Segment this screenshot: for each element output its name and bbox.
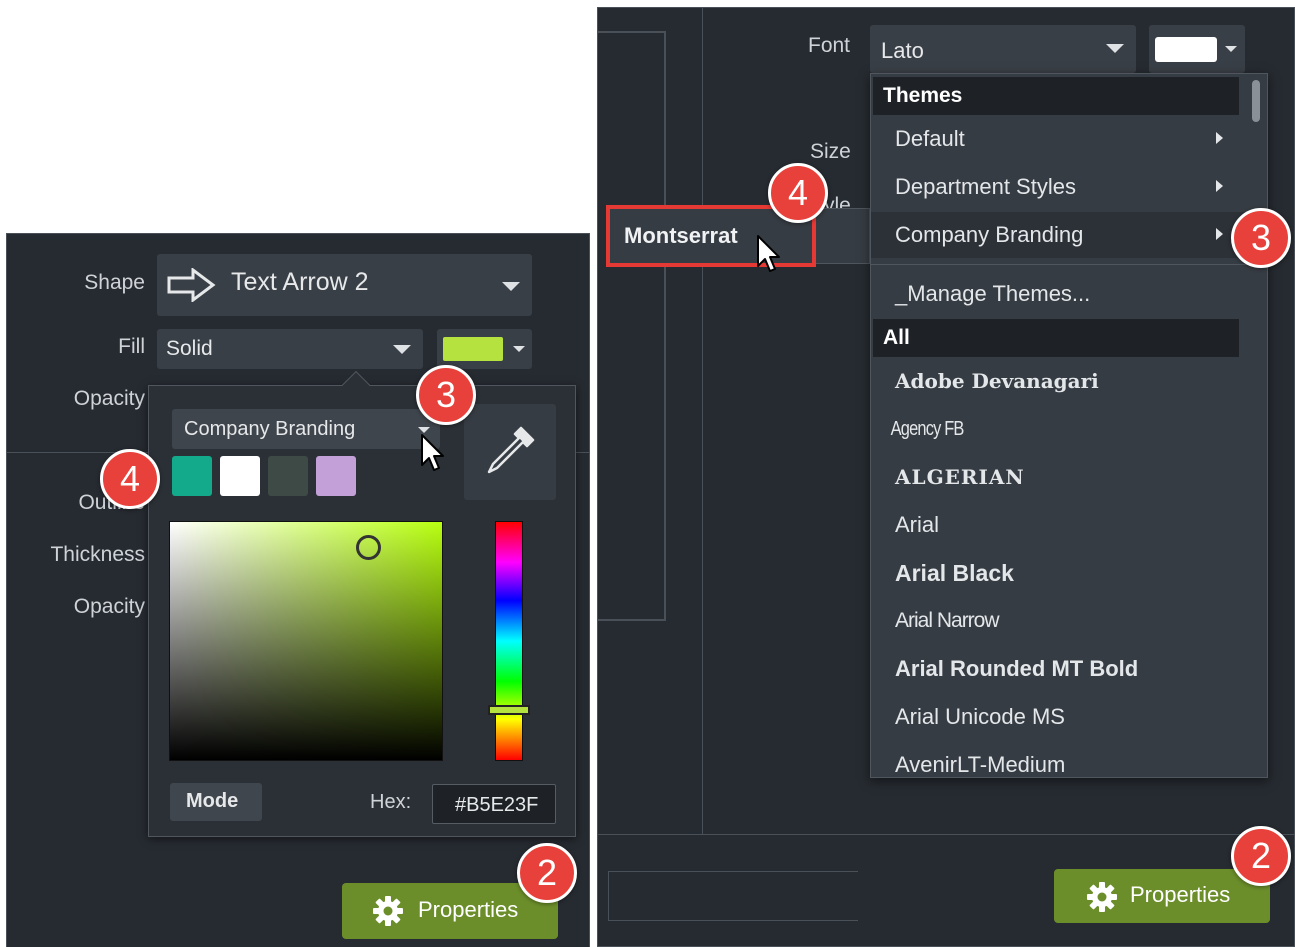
shape-dropdown[interactable]: Text Arrow 2: [157, 254, 532, 316]
chevron-right-icon: [1216, 228, 1223, 240]
size-label: Size: [810, 140, 851, 163]
font-item-agency-fb[interactable]: Agency FB: [871, 406, 1191, 452]
canvas-preview-frame: [598, 31, 666, 621]
chevron-right-icon: [1216, 132, 1223, 144]
step-badge-2: 2: [1231, 826, 1291, 886]
step-badge-3: 3: [1231, 208, 1291, 268]
font-value: Lato: [881, 38, 924, 63]
step-badge-4: 4: [768, 163, 828, 223]
left-properties-panel: Shape Text Arrow 2 Fill Solid Opacity Ou…: [6, 233, 590, 947]
all-section-header: All: [873, 319, 1239, 357]
mode-button[interactable]: Mode: [170, 783, 262, 821]
chevron-down-icon: [1225, 46, 1237, 52]
hex-input[interactable]: #B5E23F: [432, 784, 556, 824]
gear-icon: [1087, 882, 1117, 912]
hue-slider-handle[interactable]: [488, 705, 530, 715]
font-item-arial-black[interactable]: Arial Black: [871, 550, 1261, 596]
theme-swatch-4[interactable]: [316, 456, 356, 496]
properties-button[interactable]: Properties: [1054, 869, 1270, 923]
hex-label: Hex:: [370, 791, 412, 813]
color-selector-handle[interactable]: [356, 535, 381, 560]
panel-divider: [702, 8, 703, 834]
theme-dropdown[interactable]: Company Branding: [172, 409, 440, 449]
theme-swatch-3[interactable]: [268, 456, 308, 496]
right-properties-panel: Font Size yle nent Lato Montserrat Theme…: [597, 7, 1295, 947]
panel-divider: [598, 834, 1294, 835]
menu-item-label: _Manage Themes...: [895, 281, 1091, 306]
theme-value: Company Branding: [184, 418, 356, 440]
menu-item-label: Default: [895, 126, 965, 151]
fill-label: Fill: [118, 335, 145, 358]
fill-color-button[interactable]: [437, 329, 532, 369]
fill-type-dropdown[interactable]: Solid: [157, 329, 423, 369]
eyedropper-button[interactable]: [464, 404, 556, 500]
chevron-down-icon: [502, 282, 520, 291]
menu-item-default[interactable]: Default: [871, 116, 1261, 162]
shape-label: Shape: [84, 271, 145, 294]
submenu-item-montserrat[interactable]: Montserrat: [624, 223, 738, 249]
chevron-right-icon: [1216, 180, 1223, 192]
popup-pointer: [341, 370, 371, 400]
font-menu: Themes Default Department Styles Company…: [870, 73, 1268, 778]
font-label: Font: [808, 34, 851, 57]
fill-color-swatch: [443, 337, 503, 361]
menu-item-label: Department Styles: [895, 174, 1076, 199]
font-item-adobe-devanagari[interactable]: Adobe Devanagari: [871, 358, 1261, 404]
font-item-avenirlt-medium[interactable]: AvenirLT-Medium: [871, 742, 1261, 777]
step-badge-2: 2: [517, 843, 577, 903]
theme-swatch-2[interactable]: [220, 456, 260, 496]
timeline-frame: [608, 871, 858, 921]
menu-item-company-branding[interactable]: Company Branding: [871, 212, 1261, 258]
menu-item-manage-themes[interactable]: _Manage Themes...: [871, 271, 1261, 317]
mode-label: Mode: [186, 790, 239, 812]
font-item-arial[interactable]: Arial: [871, 502, 1261, 548]
gear-icon: [373, 896, 403, 926]
font-item-algerian[interactable]: ALGERIAN: [871, 454, 1261, 500]
shape-value: Text Arrow 2: [231, 268, 369, 296]
themes-section-header: Themes: [873, 77, 1239, 115]
outline-opacity-label: Opacity: [73, 595, 145, 618]
font-color-button[interactable]: [1149, 25, 1245, 73]
properties-label: Properties: [418, 897, 519, 922]
saturation-value-picker[interactable]: [169, 521, 443, 761]
hex-value: #B5E23F: [455, 794, 539, 816]
chevron-down-icon: [1106, 44, 1124, 53]
chevron-down-icon: [513, 346, 525, 352]
color-picker-popup: Company Branding Mode Hex: #B5E23F: [148, 370, 576, 837]
menu-divider: [871, 264, 1261, 265]
mouse-cursor-icon: [757, 235, 780, 272]
menu-item-label: Company Branding: [895, 222, 1084, 247]
opacity-label: Opacity: [73, 387, 145, 410]
fill-value: Solid: [166, 337, 213, 360]
theme-swatch-1[interactable]: [172, 456, 212, 496]
font-item-arial-narrow[interactable]: Arial Narrow: [871, 598, 1261, 644]
font-color-swatch: [1155, 37, 1217, 62]
hue-slider[interactable]: [488, 521, 530, 761]
font-item-arial-unicode-ms[interactable]: Arial Unicode MS: [871, 694, 1261, 740]
eyedropper-icon: [487, 426, 535, 474]
step-badge-4: 4: [100, 449, 160, 509]
chevron-down-icon: [393, 345, 411, 354]
properties-label: Properties: [1130, 882, 1231, 907]
menu-item-department-styles[interactable]: Department Styles: [871, 164, 1261, 210]
arrow-shape-icon: [167, 268, 216, 302]
font-dropdown[interactable]: Lato: [870, 25, 1136, 73]
mouse-cursor-icon: [421, 434, 444, 471]
thickness-label: Thickness: [50, 543, 145, 566]
font-item-arial-rounded-mt-bold[interactable]: Arial Rounded MT Bold: [871, 646, 1261, 692]
step-badge-3: 3: [416, 365, 476, 425]
